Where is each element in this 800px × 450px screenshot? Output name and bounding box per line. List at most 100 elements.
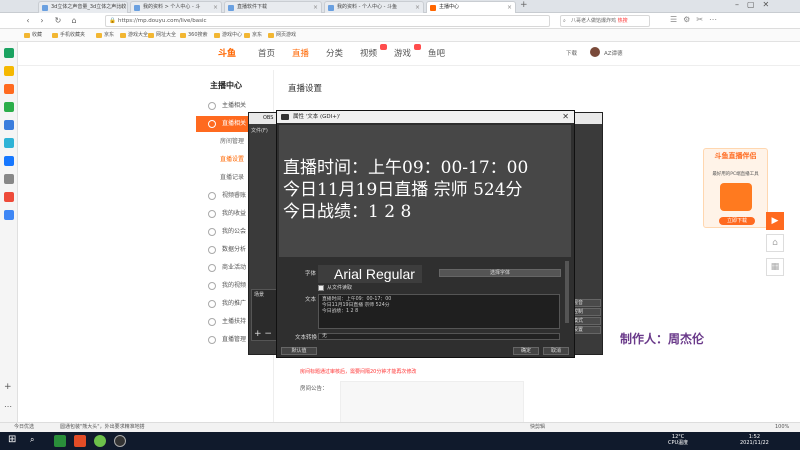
close-icon[interactable]: × <box>415 2 420 13</box>
nav-yuba[interactable]: 鱼吧 <box>428 47 445 61</box>
window-controls[interactable]: –▢✕ <box>735 0 777 9</box>
text-label: 文本 <box>305 297 317 303</box>
new-badge <box>380 44 387 50</box>
app-icon[interactable] <box>4 102 14 112</box>
nav-game[interactable]: 游戏 <box>394 47 411 61</box>
app-icon[interactable] <box>4 210 14 220</box>
forward-icon[interactable]: › <box>36 15 48 27</box>
properties-scrollbar[interactable] <box>565 261 569 323</box>
browser-tab[interactable]: 我的资料 - 个人中心 - 斗鱼 × <box>324 1 424 13</box>
obs-menu-file[interactable]: 文件(F) <box>251 127 268 134</box>
from-file-checkbox[interactable] <box>318 285 324 291</box>
chart-icon <box>208 246 216 254</box>
obs-taskbar-icon[interactable] <box>114 435 126 447</box>
announce-textarea[interactable] <box>340 381 524 425</box>
taskbar-app-icon[interactable] <box>54 435 66 447</box>
play-icon[interactable]: ▶ <box>766 212 784 230</box>
url-input[interactable]: 🔒 https://mp.douyu.com/live/basic <box>105 15 550 27</box>
transform-select[interactable]: 无 <box>318 333 560 340</box>
browser-tab[interactable]: 我的资料 > 个人中心 - 斗 × <box>130 1 222 13</box>
tab-favicon-icon <box>134 5 140 11</box>
nav-home[interactable]: 首页 <box>258 47 275 61</box>
announce-label: 房间公告： <box>300 386 328 392</box>
live-icon <box>208 120 216 128</box>
add-icon[interactable]: + <box>4 382 12 392</box>
browser-tab[interactable]: 直播软件下载 × <box>224 1 322 13</box>
scene-add-remove[interactable]: + − <box>254 330 272 339</box>
bookmark-item[interactable]: 京东 <box>96 30 114 41</box>
ad-download-button[interactable]: 立即下载 <box>719 217 755 225</box>
app-icon[interactable] <box>4 138 14 148</box>
maker-watermark: 制作人：周杰伦 <box>620 332 705 346</box>
bookmarks-bar: 收藏 手机收藏夹 京东 游戏大全 网址大全 360搜索 游戏中心 京东 网页游戏 <box>0 29 800 42</box>
app-icon[interactable] <box>4 48 14 58</box>
bookmark-item[interactable]: 京东 <box>244 30 262 41</box>
close-icon[interactable]: × <box>507 2 512 13</box>
refresh-icon[interactable]: ↻ <box>52 15 64 27</box>
windows-taskbar: ⊞ ⌕ 12°C CPU温度 1:52 2021/11/22 <box>0 432 800 450</box>
search-input[interactable]: ⌕ 八哥老人做馅爆炸鸡 热搜 <box>560 15 650 27</box>
from-file-label: 从文件读取 <box>327 285 353 291</box>
qrcode-icon[interactable]: ▦ <box>766 258 784 276</box>
bookmark-item[interactable]: 网址大全 <box>148 30 176 41</box>
username[interactable]: AZ谭德 <box>604 49 623 57</box>
app-icon[interactable] <box>4 120 14 130</box>
download-link[interactable]: 下载 <box>566 49 577 57</box>
site-header: 斗鱼 首页 直播 分类 视频 游戏 鱼吧 下载 AZ谭德 <box>18 42 800 66</box>
live-companion-ad[interactable]: 斗鱼直播伴侣 最好用的PC端直播工具 立即下载 <box>703 148 768 228</box>
new-badge <box>414 44 421 50</box>
tab-favicon-icon <box>328 5 334 11</box>
ad-title: 斗鱼直播伴侣 <box>714 152 757 160</box>
defaults-button[interactable]: 默认值 <box>281 347 317 355</box>
nav-category[interactable]: 分类 <box>326 47 343 61</box>
close-icon[interactable]: × <box>313 2 318 13</box>
start-icon[interactable]: ⊞ <box>8 434 16 445</box>
close-icon[interactable]: ✕ <box>562 111 569 123</box>
douyu-logo[interactable]: 斗鱼 <box>218 46 258 62</box>
taskbar-app-icon[interactable] <box>74 435 86 447</box>
support-icon <box>208 318 216 326</box>
bookmark-item[interactable]: 收藏 <box>24 30 42 41</box>
browser-tab-active[interactable]: 主播中心 × <box>426 1 516 13</box>
side-app-bar: + ⋯ <box>0 42 18 422</box>
nav-video[interactable]: 视频 <box>360 47 377 61</box>
bookmark-item[interactable]: 游戏大全 <box>120 30 148 41</box>
nav-live[interactable]: 直播 <box>292 47 309 61</box>
text-input[interactable]: 直播时间：上午09：00-17：00 今日11月19日直播 宗师 524分 今日… <box>318 294 560 329</box>
text-properties-dialog: 属性 '文本 (GDI+)' ✕ 直播时间：上午09：00-17：00 今日11… <box>276 110 575 358</box>
app-icon[interactable] <box>4 174 14 184</box>
cancel-button[interactable]: 取消 <box>543 347 569 355</box>
home-icon[interactable]: ⌂ <box>766 234 784 252</box>
bookmark-item[interactable]: 网页游戏 <box>268 30 296 41</box>
select-font-button[interactable]: 选择字体 <box>439 269 561 277</box>
app-icon[interactable] <box>4 84 14 94</box>
status-right[interactable]: 快剪辑 <box>530 423 545 432</box>
status-left[interactable]: 今日优选 <box>14 423 34 432</box>
avatar[interactable] <box>590 47 600 57</box>
bookmark-item[interactable]: 360搜索 <box>180 30 208 41</box>
mic-icon <box>208 102 216 110</box>
transform-label: 文本转换 <box>295 335 318 341</box>
app-icon[interactable] <box>4 192 14 202</box>
bookmark-item[interactable]: 手机收藏夹 <box>52 30 85 41</box>
star-icon[interactable] <box>4 66 14 76</box>
ad-subtitle: 最好用的PC端直播工具 <box>712 172 759 177</box>
ok-button[interactable]: 确定 <box>513 347 539 355</box>
browser-tab-bar: 3d立体之声音量_3d立体之声比较 × 我的资料 > 个人中心 - 斗 × 直播软件… <box>0 0 800 13</box>
new-tab-icon[interactable]: + <box>520 0 528 10</box>
status-news[interactable]: 圆通包装"熊大头"，外出要求精准地搭 <box>60 423 145 432</box>
close-icon[interactable]: × <box>213 2 218 13</box>
taskbar-app-icon[interactable] <box>94 435 106 447</box>
home-icon[interactable]: ⌂ <box>68 15 80 27</box>
toolbar-icons[interactable]: ☰⚙✂⋯ <box>670 15 723 24</box>
close-icon[interactable]: × <box>119 2 124 13</box>
system-clock[interactable]: 1:52 2021/11/22 <box>740 434 769 446</box>
app-icon[interactable] <box>4 156 14 166</box>
preview-line: 今日战绩：1 2 8 <box>283 202 412 222</box>
more-icon[interactable]: ⋯ <box>4 402 12 411</box>
search-icon[interactable]: ⌕ <box>30 435 34 445</box>
zoom-level[interactable]: 100% <box>775 423 789 432</box>
browser-tab[interactable]: 3d立体之声音量_3d立体之声比较 × <box>38 1 128 13</box>
back-icon[interactable]: ‹ <box>22 15 34 27</box>
bookmark-item[interactable]: 游戏中心 <box>214 30 242 41</box>
